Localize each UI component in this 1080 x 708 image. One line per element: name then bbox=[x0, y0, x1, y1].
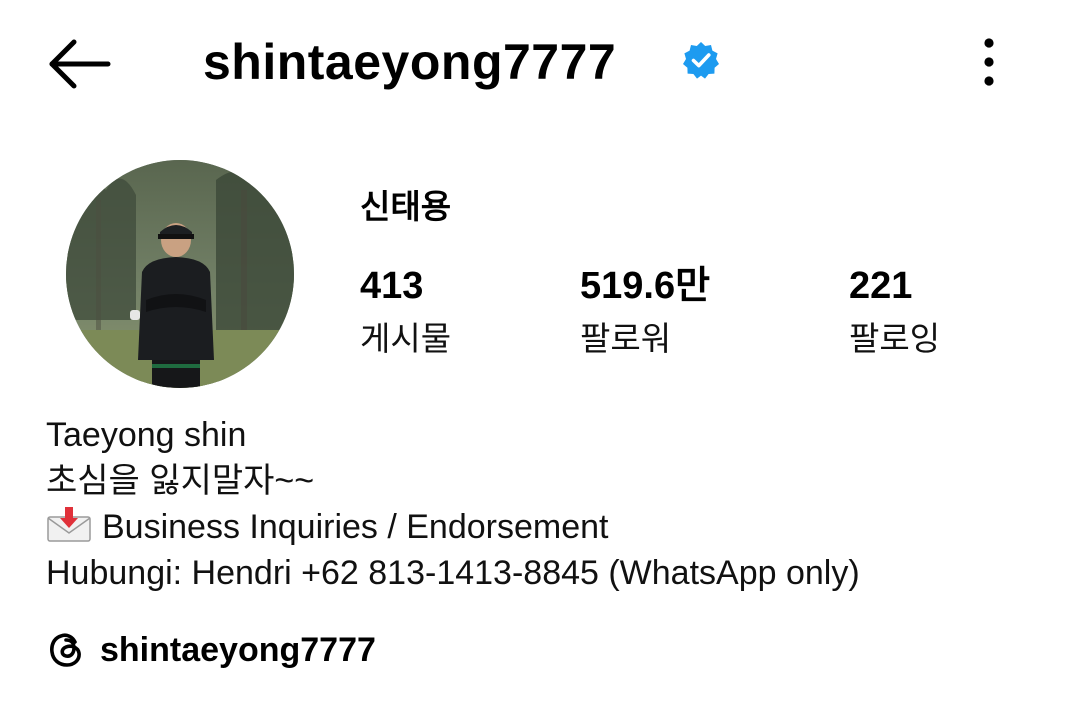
profile-avatar[interactable] bbox=[66, 160, 294, 388]
more-vertical-icon bbox=[984, 38, 994, 86]
profile-display-name: 신태용 bbox=[360, 188, 452, 225]
back-button[interactable] bbox=[44, 36, 116, 92]
profile-username: shintaeyong7777 bbox=[203, 34, 617, 90]
bio-business-line-row: Business Inquiries / Endorsement bbox=[46, 504, 1056, 550]
followers-count[interactable]: 519.6만 팔로워 bbox=[580, 262, 710, 362]
following-count-value: 221 bbox=[849, 265, 913, 307]
threads-handle: shintaeyong7777 bbox=[100, 631, 376, 669]
posts-count[interactable]: 413 게시물 bbox=[360, 262, 451, 362]
followers-count-value: 519.6만 bbox=[580, 265, 711, 307]
more-options-button[interactable] bbox=[970, 34, 1008, 90]
avatar-photo bbox=[66, 160, 294, 388]
profile-bio: Taeyong shin 초심을 잃지말자~~ Business Inquiri… bbox=[46, 412, 1056, 596]
verified-badge-icon bbox=[683, 42, 719, 79]
threads-profile-link[interactable]: shintaeyong7777 bbox=[46, 626, 376, 674]
followers-count-label: 팔로워 bbox=[580, 320, 672, 357]
arrow-left-icon bbox=[49, 39, 111, 89]
bio-contact-line: Hubungi: Hendri +62 813-1413-8845 (Whats… bbox=[46, 554, 860, 592]
threads-icon bbox=[50, 633, 81, 667]
following-count-label: 팔로잉 bbox=[849, 320, 941, 357]
following-count[interactable]: 221 팔로잉 bbox=[849, 262, 940, 362]
profile-header: shintaeyong7777 bbox=[0, 0, 1080, 125]
bio-motto: 초심을 잃지말자~~ bbox=[46, 462, 315, 500]
envelope-with-arrow-icon bbox=[47, 507, 91, 542]
posts-count-value: 413 bbox=[360, 265, 424, 307]
posts-count-label: 게시물 bbox=[360, 320, 452, 357]
bio-name-line: Taeyong shin bbox=[46, 416, 247, 454]
bio-business-line: Business Inquiries / Endorsement bbox=[102, 508, 609, 546]
